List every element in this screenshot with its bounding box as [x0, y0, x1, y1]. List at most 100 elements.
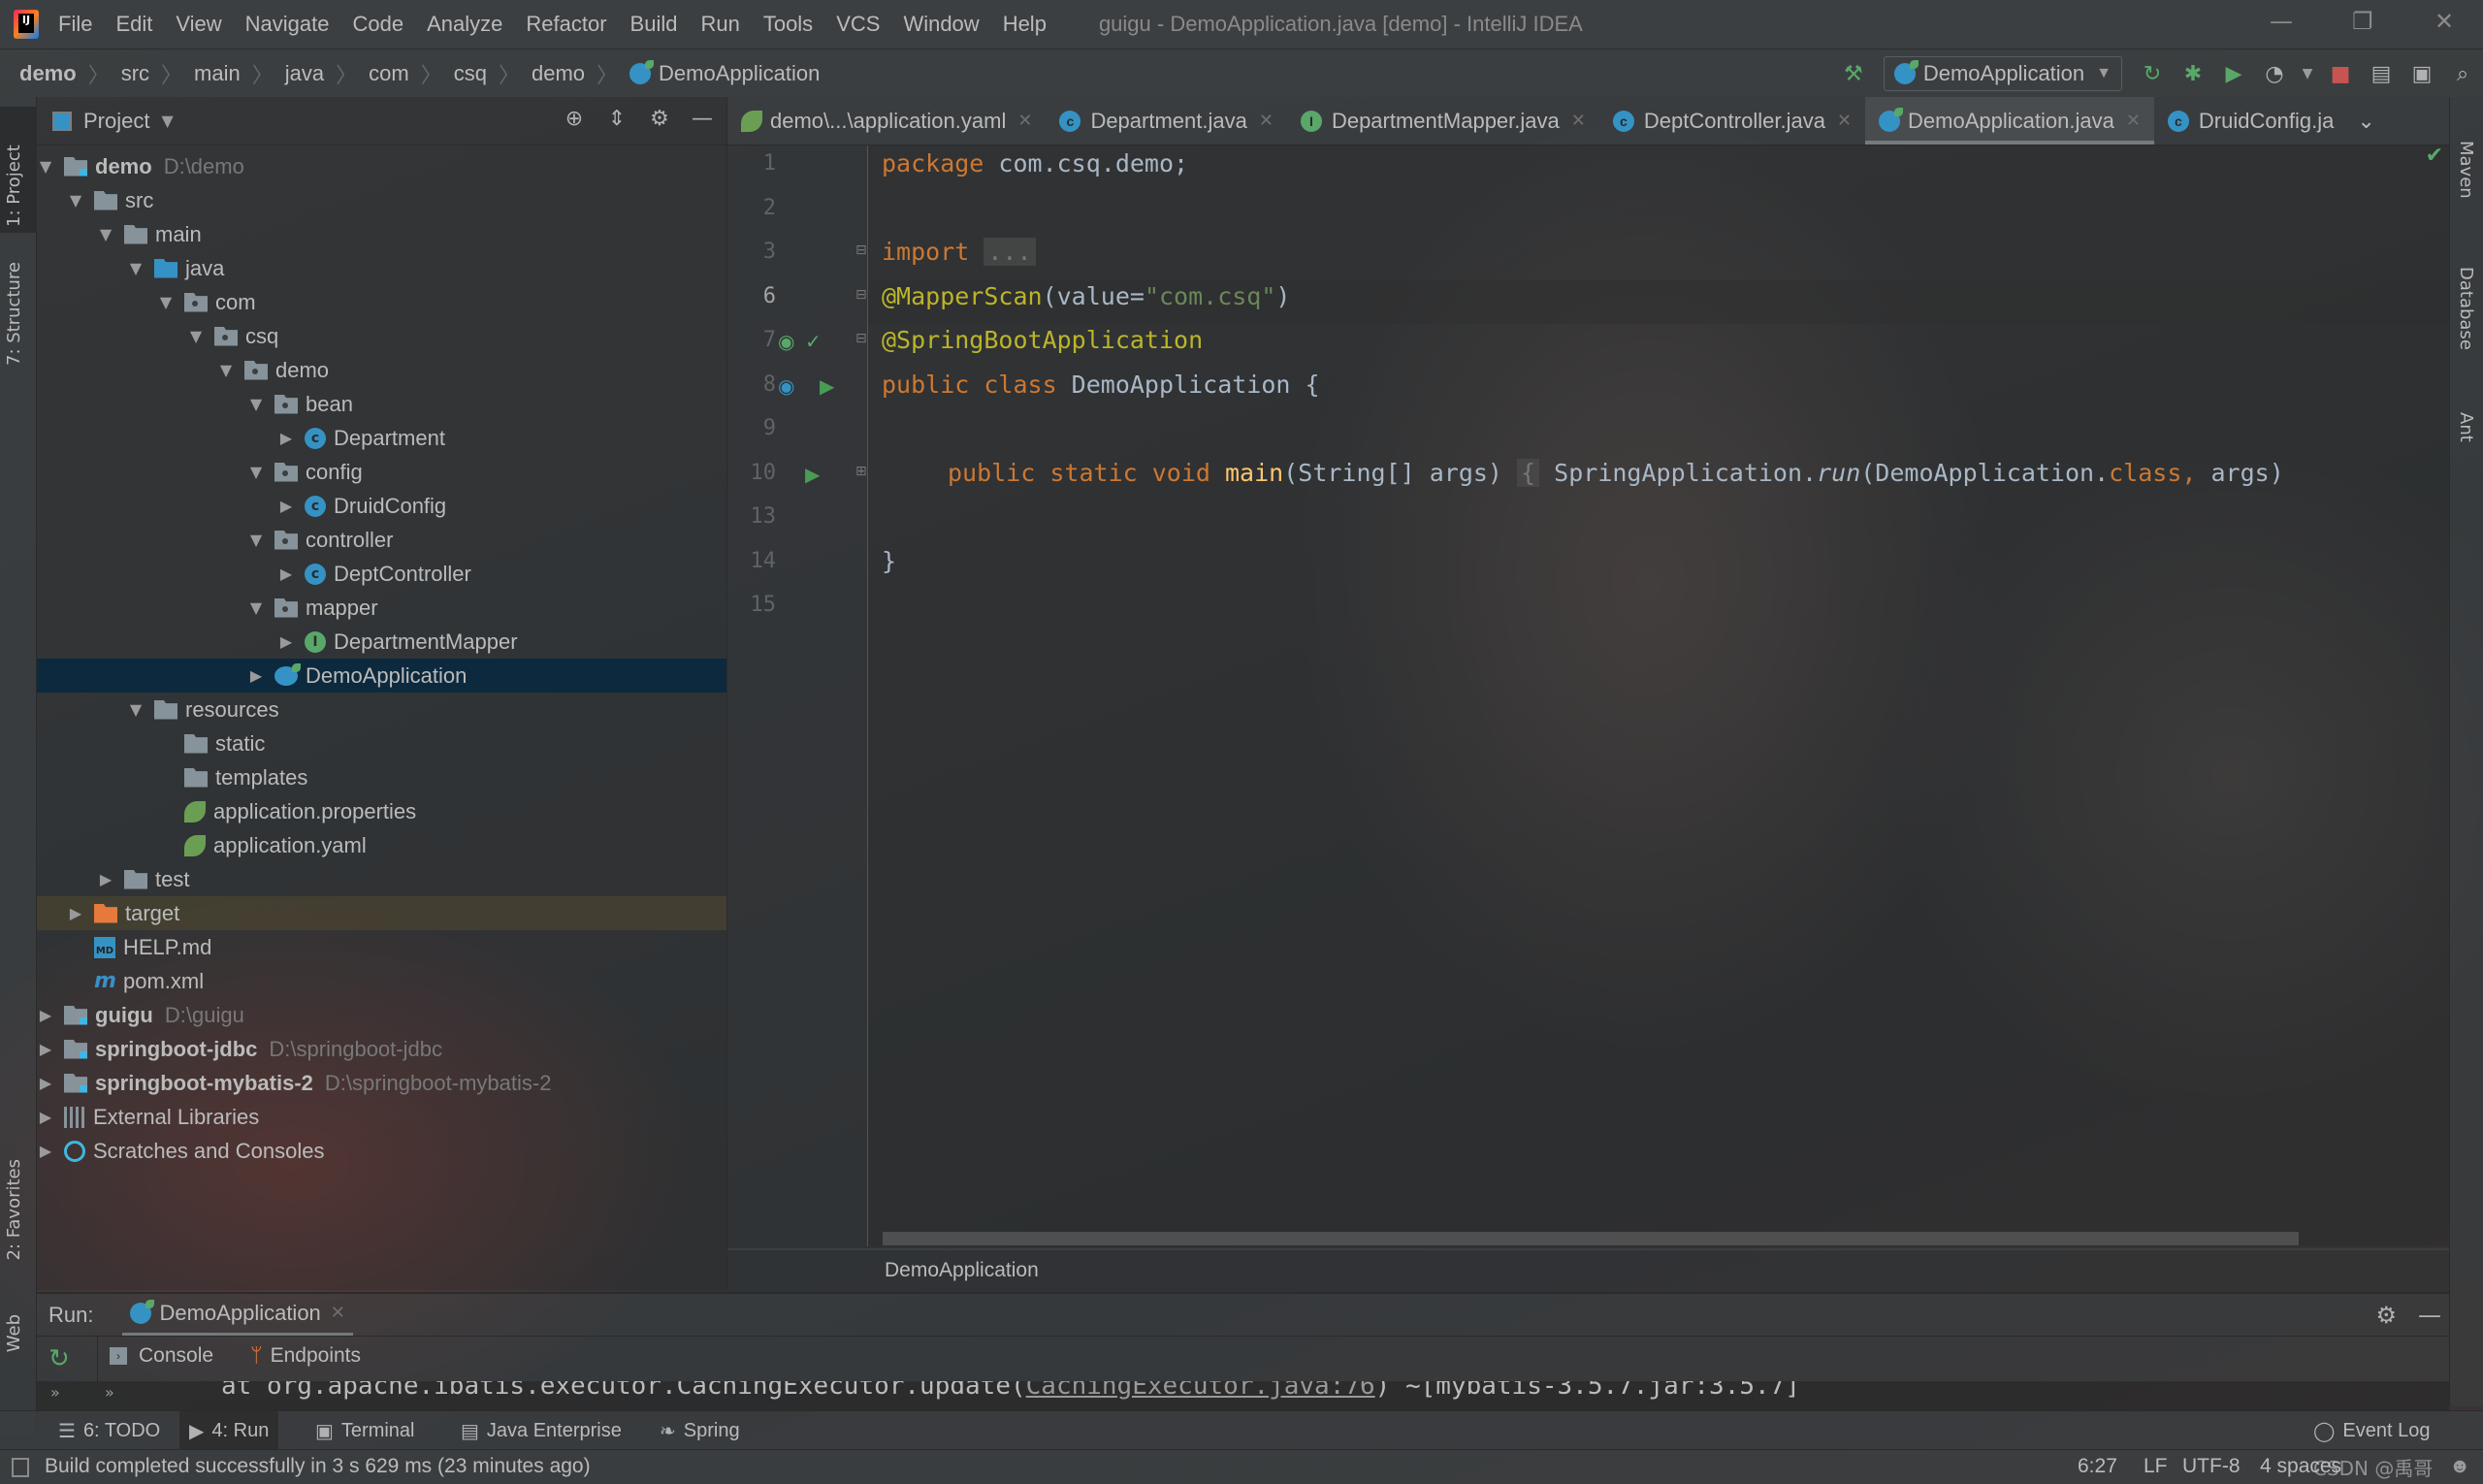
breadcrumb-item[interactable]: demo	[19, 61, 77, 86]
tool-tab-ant[interactable]: Ant	[2456, 412, 2476, 442]
tool-tab-maven[interactable]: Maven	[2456, 141, 2476, 199]
rerun-icon[interactable]: ↻	[48, 1344, 70, 1373]
close-icon[interactable]: ✕	[1571, 111, 1586, 131]
collapse-arrow-icon[interactable]: ▶	[277, 429, 295, 447]
close-button[interactable]: ✕	[2435, 8, 2454, 35]
tree-item[interactable]: application.yaml	[37, 828, 726, 862]
collapse-arrow-icon[interactable]: ▶	[37, 1142, 54, 1160]
spring-bean-gutter-icon[interactable]: ◉	[778, 330, 794, 353]
tree-item[interactable]: static	[37, 726, 726, 760]
expand-arrow-icon[interactable]: ▼	[37, 157, 54, 176]
collapse-arrow-icon[interactable]: ▶	[247, 666, 265, 685]
toggle-tool-windows-icon[interactable]	[12, 1458, 29, 1477]
tree-item[interactable]: ▶ c DeptController	[37, 557, 726, 591]
spring-config-gutter-icon[interactable]: ✓	[805, 330, 822, 353]
rerun-icon[interactable]: ↻	[2138, 59, 2167, 88]
caret-position[interactable]: 6:27	[2078, 1455, 2117, 1478]
code-editor[interactable]: package com.csq.demo; import ... @Mapper…	[868, 144, 2449, 1246]
collapse-arrow-icon[interactable]: ▶	[37, 1074, 54, 1092]
tree-item[interactable]: ▶ springboot-jdbc D:\springboot-jdbc	[37, 1032, 726, 1066]
file-encoding[interactable]: UTF-8	[2182, 1455, 2241, 1478]
expand-arrow-icon[interactable]: ▼	[247, 598, 265, 617]
tree-item-selected[interactable]: ▶ DemoApplication	[37, 659, 726, 693]
expand-arrow-icon[interactable]: ▼	[127, 700, 145, 719]
menu-code[interactable]: Code	[353, 12, 404, 37]
expand-arrow-icon[interactable]: ▼	[247, 463, 265, 481]
tool-tab-project[interactable]: 1: Project	[0, 107, 37, 233]
tree-item[interactable]: ▶ Scratches and Consoles	[37, 1134, 726, 1168]
tree-item[interactable]: ▶ c DruidConfig	[37, 489, 726, 523]
menu-file[interactable]: File	[58, 12, 92, 37]
tree-item[interactable]: ▶ target	[37, 896, 726, 930]
tool-window-terminal[interactable]: ▣ Terminal	[306, 1411, 424, 1450]
run-gutter-icon[interactable]: ▶	[820, 374, 834, 398]
collapse-arrow-icon[interactable]: ▶	[37, 1006, 54, 1024]
more-actions-icon[interactable]: »	[105, 1383, 114, 1402]
restore-button[interactable]: ❐	[2352, 8, 2373, 35]
breadcrumb-item[interactable]: com	[369, 61, 409, 86]
console-output[interactable]: » » at org.apache.ibatis.executor.Cachin…	[37, 1381, 2449, 1410]
hide-icon[interactable]: —	[688, 107, 717, 131]
stacktrace-link[interactable]: CachingExecutor.java:76	[1026, 1381, 1375, 1401]
run-configuration-select[interactable]: DemoApplication ▼	[1883, 56, 2122, 91]
tree-item[interactable]: ▼ resources	[37, 693, 726, 726]
expand-arrow-icon[interactable]: ▼	[97, 225, 114, 243]
profile-icon[interactable]: ◔	[2260, 59, 2289, 88]
tool-window-run[interactable]: ▶ 4: Run	[179, 1411, 279, 1450]
fold-icon[interactable]: ⊟	[855, 331, 867, 346]
tree-item[interactable]: ▼ demo	[37, 353, 726, 387]
chevron-down-icon[interactable]: ▼	[161, 112, 173, 130]
expand-arrow-icon[interactable]: ▼	[187, 327, 205, 345]
tree-item[interactable]: application.properties	[37, 794, 726, 828]
tree-item[interactable]: ▶ I DepartmentMapper	[37, 625, 726, 659]
stop-icon[interactable]: ■	[2326, 59, 2355, 88]
menu-analyze[interactable]: Analyze	[427, 12, 502, 37]
hide-icon[interactable]: —	[2418, 1302, 2441, 1329]
collapse-arrow-icon[interactable]: ▶	[97, 870, 114, 888]
tool-tab-web[interactable]: Web	[4, 1314, 24, 1352]
tree-item[interactable]: ▼ csq	[37, 319, 726, 353]
line-separator[interactable]: LF	[2144, 1455, 2168, 1478]
presentation-icon[interactable]: ▣	[2407, 59, 2436, 88]
tab-deptcontroller-java[interactable]: c DeptController.java ✕	[1599, 97, 1865, 145]
menu-window[interactable]: Window	[903, 12, 979, 37]
breadcrumb-item[interactable]: demo	[532, 61, 585, 86]
tree-item[interactable]: ▶ c Department	[37, 421, 726, 455]
gear-icon[interactable]: ⚙	[2375, 1302, 2397, 1329]
collapse-arrow-icon[interactable]: ▶	[37, 1108, 54, 1126]
tree-item[interactable]: ▼ mapper	[37, 591, 726, 625]
tool-window-spring[interactable]: ❧ Spring	[650, 1411, 750, 1450]
tool-window-java-enterprise[interactable]: ▤ Java Enterprise	[451, 1411, 631, 1450]
tool-window-todo[interactable]: ☰ 6: TODO	[48, 1411, 170, 1450]
tree-item[interactable]: MD HELP.md	[37, 930, 726, 964]
inspection-ok-icon[interactable]: ✔	[2426, 144, 2443, 168]
breadcrumb-item[interactable]: src	[121, 61, 149, 86]
collapse-arrow-icon[interactable]: ▶	[67, 904, 84, 922]
menu-navigate[interactable]: Navigate	[245, 12, 330, 37]
tree-item[interactable]: ▶ guigu D:\guigu	[37, 998, 726, 1032]
breadcrumb-item[interactable]: main	[194, 61, 241, 86]
coverage-icon[interactable]: ▶	[2219, 59, 2248, 88]
tree-item[interactable]: templates	[37, 760, 726, 794]
tree-item[interactable]: ▶ External Libraries	[37, 1100, 726, 1134]
project-view-selector[interactable]: Project	[83, 109, 149, 134]
build-hammer-icon[interactable]: ⚒	[1839, 59, 1868, 88]
tree-item[interactable]: ▼ com	[37, 285, 726, 319]
event-log[interactable]: ◯ Event Log	[2304, 1411, 2439, 1450]
tree-item[interactable]: ▶ test	[37, 862, 726, 896]
editor-breadcrumb[interactable]: DemoApplication	[885, 1259, 1039, 1282]
collapse-all-icon[interactable]: ⇕	[602, 107, 631, 131]
menu-refactor[interactable]: Refactor	[526, 12, 606, 37]
debug-icon[interactable]: ✱	[2178, 59, 2208, 88]
fold-icon[interactable]: ⊟	[855, 242, 867, 258]
tab-druidconfig-java[interactable]: c DruidConfig.ja	[2154, 97, 2347, 145]
minimize-button[interactable]: —	[2270, 8, 2293, 35]
spring-boot-gutter-icon[interactable]: ◉	[778, 374, 794, 398]
tab-endpoints[interactable]: ᛘ Endpoints	[250, 1344, 361, 1368]
folded-imports[interactable]: ...	[984, 238, 1036, 266]
breadcrumb-item[interactable]: java	[285, 61, 324, 86]
collapse-arrow-icon[interactable]: ▶	[37, 1040, 54, 1058]
tab-console[interactable]: › Console	[110, 1344, 213, 1368]
menu-vcs[interactable]: VCS	[836, 12, 880, 37]
tree-item[interactable]: ▼ controller	[37, 523, 726, 557]
